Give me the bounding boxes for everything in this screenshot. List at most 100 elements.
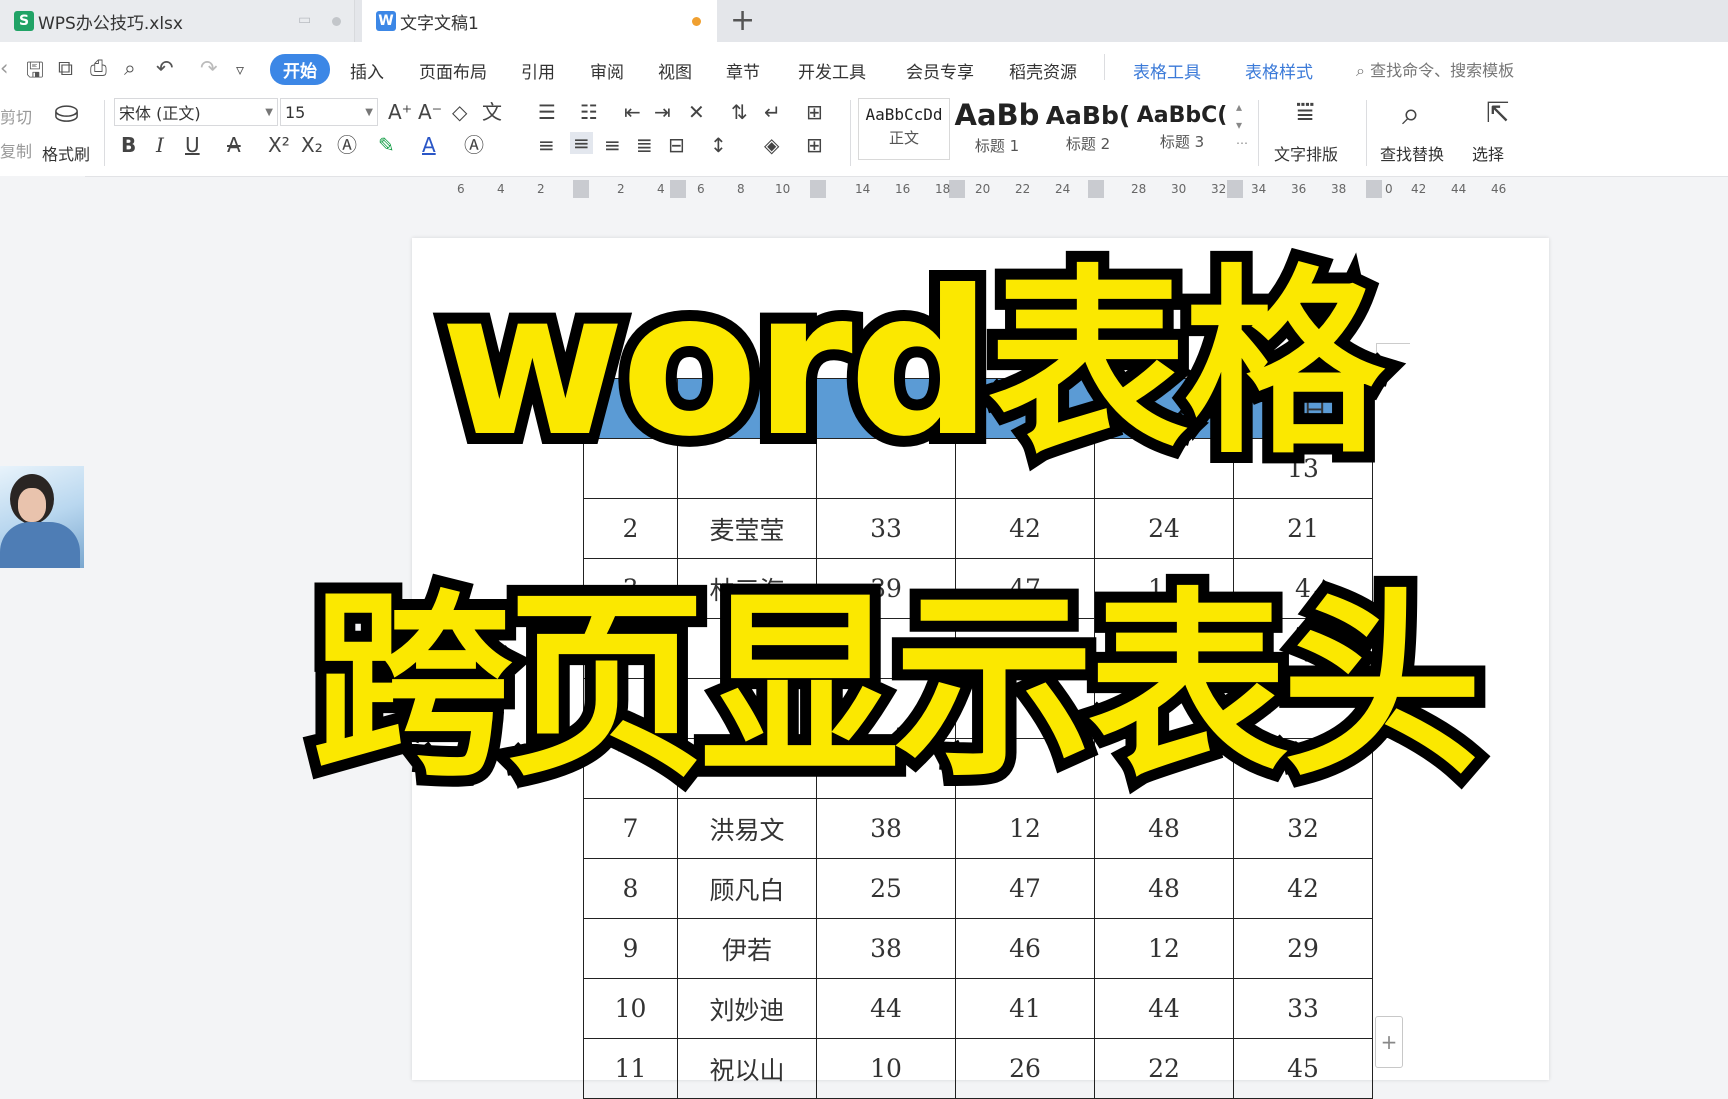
tab-excel-file[interactable]: S WPS办公技巧.xlsx ▭ bbox=[0, 0, 355, 42]
table-cell[interactable]: 11 bbox=[583, 1038, 678, 1099]
grow-font-icon[interactable]: A⁺ bbox=[388, 101, 412, 123]
style-normal[interactable]: AaBbCcDd 正文 bbox=[858, 98, 950, 160]
text-layout-button[interactable]: 文字排版 bbox=[1274, 141, 1338, 165]
ruler-column-marker[interactable] bbox=[949, 180, 965, 198]
menu-table-style[interactable]: 表格样式 bbox=[1245, 58, 1313, 83]
table-cell[interactable]: 9 bbox=[583, 918, 678, 979]
table-cell[interactable]: 33 bbox=[1233, 978, 1373, 1039]
ruler-column-marker[interactable] bbox=[1366, 180, 1382, 198]
table-cell[interactable]: 10 bbox=[583, 978, 678, 1039]
find-replace-icon[interactable]: ⌕ bbox=[1402, 96, 1420, 130]
menu-review[interactable]: 审阅 bbox=[590, 58, 624, 83]
phonetic-guide-icon[interactable]: 文 bbox=[482, 101, 502, 123]
menu-developer[interactable]: 开发工具 bbox=[798, 58, 866, 83]
table-row[interactable]: 11 祝以山 10 26 22 45 bbox=[583, 1038, 1373, 1099]
shading-icon[interactable]: ◈ bbox=[764, 134, 779, 156]
table-cell[interactable]: 洪易文 bbox=[677, 798, 817, 859]
table-cell[interactable]: 21 bbox=[1233, 498, 1373, 559]
table-row[interactable]: 10 刘妙迪 44 41 44 33 bbox=[583, 978, 1373, 1039]
table-cell[interactable]: 8 bbox=[583, 858, 678, 919]
cut-button[interactable]: 剪切 bbox=[0, 104, 32, 128]
font-color-icon[interactable]: A bbox=[422, 134, 436, 156]
export-icon[interactable]: ⧉ bbox=[58, 56, 73, 81]
superscript-icon[interactable]: X² bbox=[268, 134, 290, 156]
numbered-list-icon[interactable]: ☷ bbox=[580, 101, 598, 123]
highlight-icon[interactable]: ✎ bbox=[378, 134, 395, 156]
strikethrough-icon[interactable]: A bbox=[227, 134, 241, 156]
menu-page-layout[interactable]: 页面布局 bbox=[419, 58, 487, 83]
line-spacing-icon[interactable]: ↕ bbox=[710, 134, 727, 156]
style-heading-2[interactable]: AaBb( 标题 2 bbox=[1044, 98, 1132, 163]
decrease-indent-icon[interactable]: ⇤ bbox=[624, 101, 641, 123]
ruler-column-marker[interactable] bbox=[1088, 180, 1104, 198]
chinese-layout-icon[interactable]: ✕ bbox=[688, 101, 705, 123]
redo-icon[interactable]: ↷ bbox=[200, 56, 218, 80]
table-cell[interactable]: 42 bbox=[955, 498, 1095, 559]
table-cell[interactable]: 顾凡白 bbox=[677, 858, 817, 919]
save-icon[interactable]: 🖫 bbox=[26, 56, 44, 91]
table-cell[interactable]: 47 bbox=[955, 858, 1095, 919]
add-row-icon[interactable]: + bbox=[1375, 1016, 1403, 1068]
table-cell[interactable]: 48 bbox=[1094, 858, 1234, 919]
ruler-column-marker[interactable] bbox=[1227, 180, 1243, 198]
table-cell[interactable]: 32 bbox=[1233, 798, 1373, 859]
table-cell[interactable]: 7 bbox=[583, 798, 678, 859]
bold-icon[interactable]: B bbox=[121, 134, 136, 156]
font-name-select[interactable]: 宋体 (正文) ▼ bbox=[114, 98, 278, 126]
quick-access-menu-icon[interactable]: ▿ bbox=[236, 60, 244, 79]
table-cell[interactable]: 24 bbox=[1094, 498, 1234, 559]
monitor-icon[interactable]: ▭ bbox=[298, 12, 311, 28]
text-effect-icon[interactable]: Ⓐ bbox=[337, 134, 357, 156]
select-button[interactable]: 选择 bbox=[1472, 141, 1504, 165]
table-cell[interactable]: 48 bbox=[1094, 798, 1234, 859]
horizontal-ruler[interactable]: 6 4 2 2 4 6 8 10 14 16 18 20 22 24 28 30… bbox=[425, 180, 1535, 202]
menu-view[interactable]: 视图 bbox=[658, 58, 692, 83]
subscript-icon[interactable]: X₂ bbox=[301, 134, 323, 156]
table-row[interactable]: 9 伊若 38 46 12 29 bbox=[583, 918, 1373, 979]
clear-format-icon[interactable]: ◇ bbox=[452, 101, 467, 123]
table-cell[interactable]: 33 bbox=[816, 498, 956, 559]
align-center-icon[interactable]: ≡ bbox=[570, 132, 593, 154]
menu-docer[interactable]: 稻壳资源 bbox=[1009, 58, 1077, 83]
shrink-font-icon[interactable]: A⁻ bbox=[418, 101, 442, 123]
plus-icon[interactable]: + bbox=[730, 4, 755, 38]
cursor-select-icon[interactable]: ⇱ bbox=[1486, 98, 1509, 128]
table-cell[interactable]: 45 bbox=[1233, 1038, 1373, 1099]
style-heading-3[interactable]: AaBbC( 标题 3 bbox=[1136, 98, 1228, 165]
font-size-select[interactable]: 15 ▼ bbox=[280, 98, 378, 126]
copy-button[interactable]: 复制 bbox=[0, 138, 32, 162]
table-cell[interactable]: 祝以山 bbox=[677, 1038, 817, 1099]
align-left-icon[interactable]: ≡ bbox=[538, 134, 555, 156]
styles-scroll-icon[interactable]: ▴ ▾ ⋯ bbox=[1236, 98, 1248, 152]
menu-chapter[interactable]: 章节 bbox=[726, 58, 760, 83]
table-cell[interactable]: 42 bbox=[1233, 858, 1373, 919]
table-cell[interactable]: 26 bbox=[955, 1038, 1095, 1099]
style-heading-1[interactable]: AaBb 标题 1 bbox=[953, 98, 1041, 160]
menu-home[interactable]: 开始 bbox=[270, 54, 330, 85]
ruler-indent-marker[interactable] bbox=[573, 180, 589, 198]
menu-insert[interactable]: 插入 bbox=[350, 58, 384, 83]
table-cell[interactable]: 44 bbox=[1094, 978, 1234, 1039]
ruler-column-marker[interactable] bbox=[810, 180, 826, 198]
table-cell[interactable]: 12 bbox=[1094, 918, 1234, 979]
table-cell[interactable]: 29 bbox=[1233, 918, 1373, 979]
table-cell[interactable]: 22 bbox=[1094, 1038, 1234, 1099]
increase-indent-icon[interactable]: ⇥ bbox=[654, 101, 671, 123]
table-cell[interactable]: 刘妙迪 bbox=[677, 978, 817, 1039]
bullet-list-icon[interactable]: ☰ bbox=[538, 101, 556, 123]
menu-table-tools[interactable]: 表格工具 bbox=[1133, 58, 1201, 83]
print-icon[interactable]: ⎙ bbox=[90, 56, 107, 81]
table-cell[interactable]: 38 bbox=[816, 918, 956, 979]
table-cell[interactable]: 41 bbox=[955, 978, 1095, 1039]
print-preview-icon[interactable]: ⌕ bbox=[124, 56, 136, 81]
ruler-toggle-icon[interactable]: ⊞ bbox=[806, 101, 823, 123]
ruler-column-marker[interactable] bbox=[670, 180, 686, 198]
sort-icon[interactable]: ⇅ bbox=[731, 101, 748, 123]
find-replace-button[interactable]: 查找替换 bbox=[1380, 141, 1444, 165]
table-cell[interactable]: 伊若 bbox=[677, 918, 817, 979]
borders-icon[interactable]: ⊞ bbox=[806, 134, 823, 156]
menu-references[interactable]: 引用 bbox=[521, 58, 555, 83]
justify-icon[interactable]: ≣ bbox=[636, 134, 653, 156]
table-cell[interactable]: 46 bbox=[955, 918, 1095, 979]
table-cell[interactable]: 44 bbox=[816, 978, 956, 1039]
